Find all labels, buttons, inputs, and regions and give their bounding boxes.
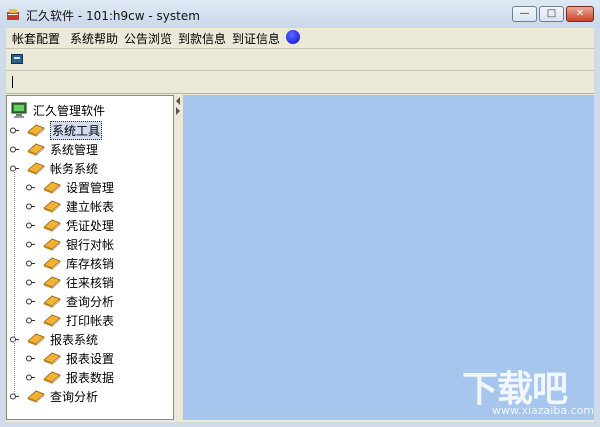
tree-node[interactable]: 设置管理 (7, 177, 167, 196)
tree-node-label: 查询分析 (66, 295, 115, 309)
maximize-button[interactable]: □ (539, 6, 564, 22)
menu-account-config[interactable]: 帐套配置 (12, 30, 60, 47)
tree-expander-icon[interactable] (26, 371, 35, 381)
tree-node-label: 查询分析 (50, 390, 99, 404)
menu-system-help[interactable]: 系统帮助 (70, 30, 118, 47)
watermark-logo: 下载吧 www.xiazaiba.com (462, 360, 594, 420)
tree-node-label: 银行对帐 (66, 238, 115, 252)
title-bar[interactable]: 汇久软件 - 101:h9cw - system — □ ✕ (0, 0, 600, 28)
book-icon (27, 121, 45, 138)
menu-announcements[interactable]: 公告浏览 (124, 30, 172, 47)
menu-certificate-info[interactable]: 到证信息 (232, 30, 280, 47)
close-button[interactable]: ✕ (566, 6, 594, 22)
watermark-url: www.xiazaiba.com (492, 404, 595, 417)
tree-expander-icon[interactable] (26, 314, 35, 324)
text-caret (12, 76, 13, 88)
tree-node[interactable]: 报表数据 (7, 367, 167, 386)
tree-expander-icon[interactable] (26, 276, 35, 286)
tree-expander-icon[interactable] (26, 181, 35, 191)
tree-node[interactable]: 查询分析 (7, 291, 167, 310)
nav-tree[interactable]: 汇久管理软件 系统工具系统管理帐务系统设置管理建立帐表凭证处理银行对帐库存核销往… (6, 95, 174, 420)
tree-node[interactable]: 系统工具 (7, 120, 167, 140)
tree-node-label: 系统管理 (50, 143, 99, 157)
window-icon[interactable] (11, 54, 23, 64)
tree-connector-line (14, 170, 15, 337)
tree-node-label: 打印帐表 (66, 314, 115, 328)
tree-expander-icon[interactable] (26, 219, 35, 229)
tree-node-label: 往来核销 (66, 276, 115, 290)
expand-right-icon[interactable] (176, 107, 180, 115)
tree-expander-icon[interactable] (26, 238, 35, 248)
tree-node-label: 报表数据 (66, 371, 115, 385)
tree-node-label: 库存核销 (66, 257, 115, 271)
book-icon (43, 368, 61, 385)
tree-node[interactable]: 打印帐表 (7, 310, 167, 329)
tree-node[interactable]: 库存核销 (7, 253, 167, 272)
book-icon (43, 254, 61, 271)
tree-node-label: 报表设置 (66, 352, 115, 366)
app-icon (7, 9, 19, 20)
tree-node-label: 报表系统 (50, 333, 99, 347)
book-icon (27, 330, 45, 347)
tree-expander-icon[interactable] (26, 352, 35, 362)
tree-node[interactable]: 帐务系统 (7, 158, 167, 177)
tree-node-label: 凭证处理 (66, 219, 115, 233)
input-bar[interactable] (6, 71, 594, 93)
tree-root[interactable]: 汇久管理软件 (11, 100, 161, 119)
input-separator (6, 93, 594, 94)
tree-node[interactable]: 凭证处理 (7, 215, 167, 234)
book-icon (27, 387, 45, 404)
menu-payment-info[interactable]: 到款信息 (178, 30, 226, 47)
tree-node-label: 设置管理 (66, 181, 115, 195)
computer-icon (11, 102, 27, 118)
tree-expander-icon[interactable] (26, 257, 35, 267)
minimize-button[interactable]: — (512, 6, 537, 22)
tree-node[interactable]: 银行对帐 (7, 234, 167, 253)
status-dot-icon[interactable] (286, 30, 300, 44)
tree-node[interactable]: 查询分析 (7, 386, 167, 405)
collapse-left-icon[interactable] (176, 97, 180, 105)
window-title: 汇久软件 - 101:h9cw - system (26, 9, 200, 23)
book-icon (43, 292, 61, 309)
book-icon (43, 273, 61, 290)
tree-root-label: 汇久管理软件 (33, 104, 106, 118)
tree-connector-line (14, 341, 15, 394)
book-icon (43, 197, 61, 214)
tree-node-label: 帐务系统 (50, 162, 99, 176)
tree-node-label: 建立帐表 (66, 200, 115, 214)
tree-expander-icon[interactable] (10, 143, 19, 153)
book-icon (43, 235, 61, 252)
book-icon (43, 349, 61, 366)
book-icon (43, 178, 61, 195)
tree-node[interactable]: 报表系统 (7, 329, 167, 348)
tree-expander-icon[interactable] (26, 200, 35, 210)
tree-expander-icon[interactable] (10, 124, 19, 134)
tree-node[interactable]: 建立帐表 (7, 196, 167, 215)
splitter[interactable] (174, 95, 183, 420)
tree-node[interactable]: 往来核销 (7, 272, 167, 291)
book-icon (43, 311, 61, 328)
toolbar (6, 49, 594, 70)
book-icon (27, 159, 45, 176)
book-icon (43, 216, 61, 233)
menu-bar: 帐套配置 系统帮助 公告浏览 到款信息 到证信息 (6, 28, 594, 48)
tree-node[interactable]: 系统管理 (7, 139, 167, 158)
tree-node[interactable]: 报表设置 (7, 348, 167, 367)
tree-node-label: 系统工具 (50, 121, 103, 140)
tree-expander-icon[interactable] (26, 295, 35, 305)
book-icon (27, 140, 45, 157)
